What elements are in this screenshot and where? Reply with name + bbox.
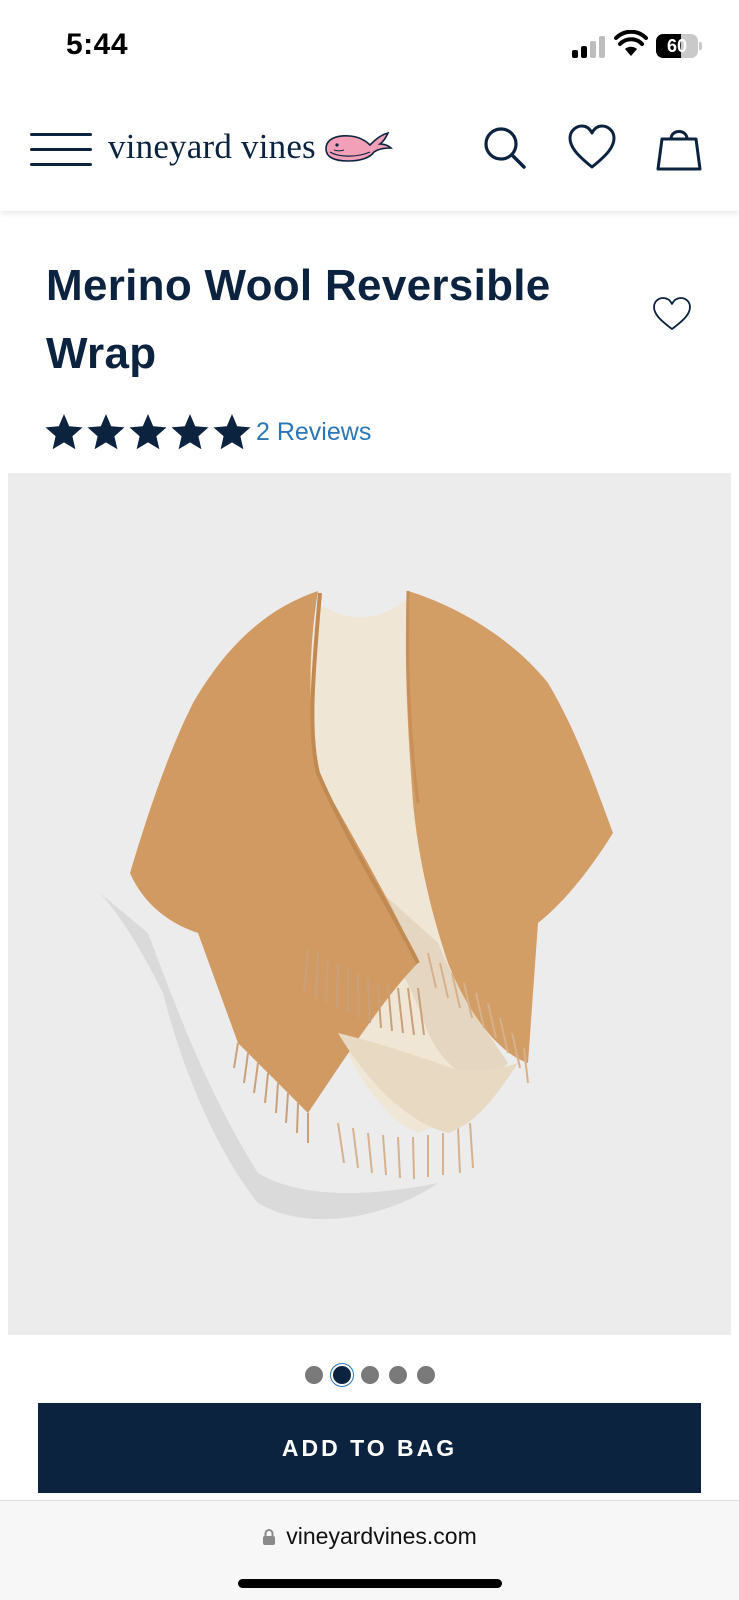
status-time: 5:44 bbox=[66, 28, 129, 61]
cellular-signal-icon bbox=[572, 36, 606, 58]
star-rating bbox=[44, 412, 254, 452]
star-icon bbox=[171, 414, 209, 450]
heart-icon[interactable] bbox=[567, 123, 617, 173]
carousel-dot[interactable] bbox=[332, 1366, 351, 1384]
site-header: vineyard vines bbox=[0, 95, 739, 211]
carousel-dot[interactable] bbox=[360, 1366, 379, 1384]
carousel-dot[interactable] bbox=[416, 1366, 435, 1384]
add-to-bag-button[interactable]: ADD TO BAG bbox=[38, 1403, 701, 1493]
home-indicator[interactable] bbox=[238, 1579, 502, 1588]
url-display[interactable]: vineyardvines.com bbox=[0, 1523, 739, 1550]
battery-level: 60 bbox=[666, 36, 688, 56]
carousel-dot[interactable] bbox=[388, 1366, 407, 1384]
wifi-icon bbox=[614, 30, 648, 56]
hamburger-menu-icon[interactable] bbox=[30, 131, 92, 167]
battery-icon: 60 bbox=[656, 34, 702, 58]
wrap-product-photo bbox=[100, 590, 613, 1220]
star-icon bbox=[87, 414, 125, 450]
search-icon[interactable] bbox=[480, 123, 530, 173]
reviews-link[interactable]: 2 Reviews bbox=[256, 418, 371, 447]
carousel-dot[interactable] bbox=[304, 1366, 323, 1384]
logo-text: vineyard vines bbox=[108, 127, 316, 166]
product-rating[interactable]: 2 Reviews bbox=[44, 410, 371, 454]
url-text: vineyardvines.com bbox=[286, 1523, 477, 1549]
star-icon bbox=[45, 414, 83, 450]
site-logo[interactable]: vineyard vines bbox=[108, 125, 394, 169]
image-carousel-dots bbox=[0, 1366, 739, 1384]
star-icon bbox=[213, 414, 251, 450]
status-bar: 5:44 60 bbox=[0, 0, 739, 95]
product-image[interactable] bbox=[8, 473, 731, 1335]
lock-icon bbox=[263, 1528, 276, 1545]
product-title: Merino Wool Reversible Wrap bbox=[46, 261, 551, 378]
shopping-bag-icon[interactable] bbox=[654, 123, 704, 173]
star-icon bbox=[129, 414, 167, 450]
whale-logo-icon bbox=[325, 131, 393, 162]
browser-address-bar[interactable]: vineyardvines.com bbox=[0, 1500, 739, 1600]
heart-outline-icon[interactable] bbox=[652, 296, 692, 332]
